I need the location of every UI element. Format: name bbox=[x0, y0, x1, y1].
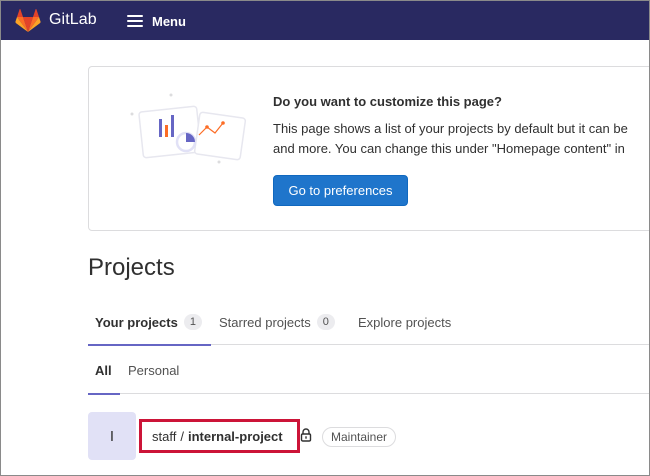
tab-starred-projects[interactable]: Starred projects 0 bbox=[219, 299, 335, 345]
brand-name[interactable]: GitLab bbox=[49, 11, 97, 29]
go-to-preferences-button[interactable]: Go to preferences bbox=[273, 175, 408, 206]
menu-button[interactable]: Menu bbox=[127, 11, 186, 31]
tab-count-badge: 1 bbox=[183, 314, 202, 330]
tab-explore-projects[interactable]: Explore projects bbox=[358, 299, 451, 345]
gitlab-tanuki-icon[interactable] bbox=[15, 9, 41, 33]
project-link[interactable]: staff / internal-project bbox=[139, 419, 300, 453]
page-title: Projects bbox=[88, 254, 175, 281]
customize-homepage-panel: Do you want to customize this page? This… bbox=[88, 66, 649, 231]
hamburger-icon bbox=[127, 15, 143, 27]
app-frame: GitLab Menu Do you want to customize thi… bbox=[0, 0, 650, 476]
lock-icon bbox=[300, 428, 312, 442]
tab-label: Your projects bbox=[95, 314, 178, 330]
project-filter-tabs: All Personal bbox=[88, 346, 649, 395]
tab-your-projects[interactable]: Your projects 1 bbox=[88, 299, 211, 346]
customize-homepage-illustration bbox=[130, 93, 247, 164]
tab-label: Explore projects bbox=[358, 314, 452, 330]
path-separator: / bbox=[180, 428, 184, 444]
top-navbar: GitLab Menu bbox=[1, 1, 649, 40]
customize-description: This page shows a list of your projects … bbox=[273, 119, 649, 159]
project-name: internal-project bbox=[187, 428, 283, 444]
subtab-label: All bbox=[95, 362, 112, 378]
customize-text-line: This page shows a list of your projects … bbox=[273, 121, 628, 136]
subtab-label: Personal bbox=[128, 362, 180, 378]
subtab-all[interactable]: All bbox=[88, 346, 120, 395]
customize-text-line: and more. You can change this under "Hom… bbox=[273, 141, 625, 156]
menu-label: Menu bbox=[152, 13, 186, 29]
customize-title: Do you want to customize this page? bbox=[273, 94, 502, 109]
subtab-personal[interactable]: Personal bbox=[128, 346, 179, 394]
role-badge: Maintainer bbox=[322, 427, 397, 447]
tab-label: Starred projects bbox=[219, 314, 311, 330]
tab-count-badge: 0 bbox=[316, 314, 335, 330]
project-avatar[interactable]: I bbox=[88, 412, 136, 460]
project-namespace: staff bbox=[152, 428, 177, 444]
project-tabs: Your projects 1 Starred projects 0 Explo… bbox=[88, 299, 649, 346]
